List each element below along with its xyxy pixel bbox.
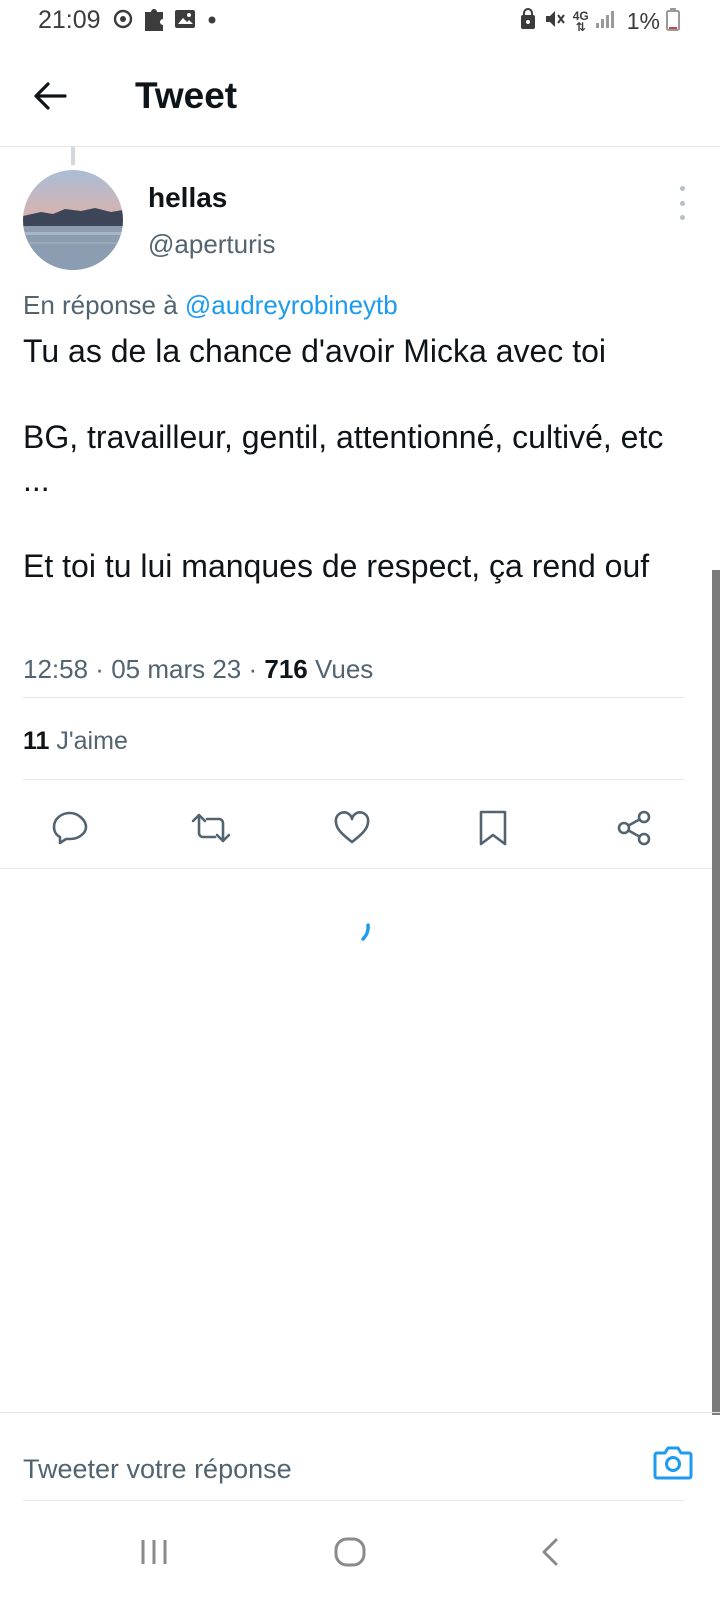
- meta-separator: ·: [88, 654, 112, 684]
- heart-icon: [333, 810, 371, 850]
- tweet-text: Tu as de la chance d'avoir Micka avec to…: [23, 330, 693, 588]
- sync-icon: [112, 8, 134, 35]
- reply-prefix: En réponse à: [23, 290, 185, 320]
- thread-connector: [71, 147, 75, 165]
- more-dot: [679, 186, 685, 191]
- bookmark-button[interactable]: [463, 800, 523, 860]
- image-icon: [174, 9, 196, 34]
- reply-mention-link[interactable]: @audreyrobineytb: [185, 290, 398, 320]
- more-dot: [679, 215, 685, 220]
- battery-percent: 1%: [626, 8, 660, 34]
- comment-icon: [51, 810, 89, 851]
- share-button[interactable]: [604, 800, 664, 860]
- arrow-left-icon: [33, 81, 67, 116]
- share-icon: [615, 809, 653, 852]
- reply-input[interactable]: [23, 1454, 583, 1485]
- views-count: 716: [264, 654, 308, 684]
- tweet-paragraph: Et toi tu lui manques de respect, ça ren…: [23, 548, 650, 584]
- divider: [23, 779, 685, 780]
- camera-icon: [653, 1446, 693, 1485]
- home-icon: [333, 1536, 367, 1573]
- recents-button[interactable]: [124, 1532, 184, 1576]
- author-handle[interactable]: @aperturis: [148, 229, 276, 260]
- battery-icon: [666, 7, 680, 36]
- signal-icon: [595, 9, 617, 34]
- lock-icon: [519, 8, 537, 35]
- camera-button[interactable]: [653, 1445, 697, 1485]
- likes-count: 11: [23, 727, 50, 755]
- reply-button[interactable]: [40, 800, 100, 860]
- divider: [23, 1500, 685, 1501]
- loading-spinner: [360, 922, 374, 942]
- avatar[interactable]: [23, 170, 123, 270]
- dot-icon: [204, 11, 220, 32]
- scrollbar[interactable]: [712, 570, 720, 1415]
- network-label: 4G: [572, 8, 589, 23]
- back-nav-button[interactable]: [520, 1532, 580, 1576]
- page-title: Tweet: [135, 75, 238, 116]
- reply-context: En réponse à @audreyrobineytb: [23, 290, 398, 321]
- app-header: Tweet: [0, 48, 720, 147]
- status-bar: 21:09 4G ⇅ 1%: [0, 0, 720, 44]
- divider: [0, 868, 720, 869]
- tweet-date[interactable]: 05 mars 23: [111, 654, 241, 684]
- back-button[interactable]: [26, 74, 74, 122]
- views-label: Vues: [307, 654, 374, 684]
- home-button[interactable]: [320, 1532, 380, 1576]
- like-button[interactable]: [322, 800, 382, 860]
- system-navbar: [0, 1502, 720, 1600]
- action-bar: [0, 800, 720, 884]
- tweet-paragraph: BG, travailleur, gentil, attentionné, cu…: [23, 419, 664, 498]
- tweet-meta: 12:58 · 05 mars 23 · 716 Vues: [23, 654, 373, 685]
- author-name[interactable]: hellas: [148, 182, 227, 214]
- recents-icon: [139, 1538, 169, 1571]
- bookmark-icon: [478, 809, 508, 852]
- likes-stat[interactable]: 11 J'aime: [23, 727, 128, 756]
- network-4g-icon: 4G ⇅: [572, 8, 589, 34]
- meta-separator: ·: [241, 654, 265, 684]
- mute-icon: [543, 8, 567, 35]
- likes-label: J'aime: [49, 727, 128, 755]
- status-icons-left: [112, 6, 220, 37]
- divider: [23, 697, 685, 698]
- retweet-button[interactable]: [181, 800, 241, 860]
- tweet-time[interactable]: 12:58: [23, 654, 88, 684]
- retweet-icon: [190, 811, 232, 850]
- puzzle-icon: [142, 6, 166, 37]
- more-options-button[interactable]: [672, 186, 692, 220]
- tweet-paragraph: Tu as de la chance d'avoir Micka avec to…: [23, 333, 606, 369]
- status-time: 21:09: [38, 6, 101, 34]
- status-icons-right: 4G ⇅ 1%: [519, 7, 680, 36]
- more-dot: [679, 200, 685, 206]
- back-icon: [540, 1537, 560, 1572]
